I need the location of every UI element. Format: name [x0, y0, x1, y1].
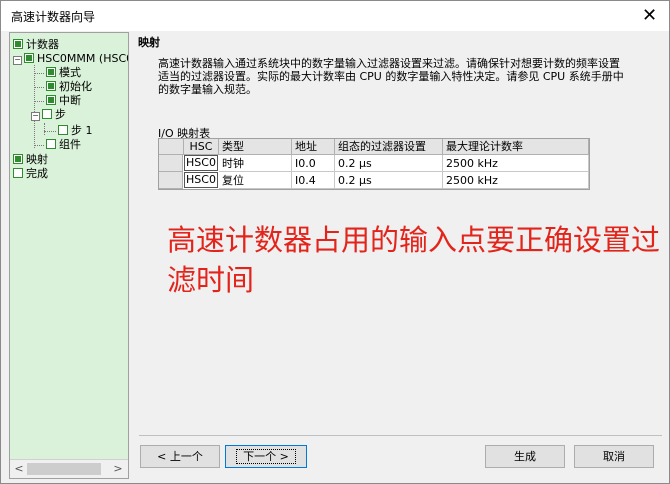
row-header[interactable]: [159, 155, 183, 172]
separator: [139, 435, 662, 436]
column-header-hsc: HSC: [184, 139, 219, 155]
filter-cell: 0.2 µs: [335, 172, 443, 189]
hsc-cell[interactable]: HSC0: [184, 172, 218, 188]
annotation-text: 高速计数器占用的输入点要正确设置过滤时间: [167, 223, 661, 297]
io-mapping-table: HSC 类型 地址 组态的过滤器设置 最大理论计数率 HSC0 时钟 I0.0 …: [158, 138, 590, 190]
tree-item-step-1[interactable]: 步 1: [58, 124, 93, 137]
tree-item-step[interactable]: − 步: [31, 108, 66, 121]
type-cell: 复位: [219, 172, 292, 189]
address-cell: I0.4: [292, 172, 335, 189]
section-title: 映射: [138, 36, 160, 49]
tree-connector: [44, 123, 45, 135]
description-text: 高速计数器输入通过系统块中的数字量输入过滤器设置来过滤。请确保针对想要计数的频率…: [158, 57, 624, 96]
tree-item-component[interactable]: 组件: [46, 138, 81, 151]
tree-connector: [34, 87, 44, 88]
max-rate-cell: 2500 kHz: [443, 155, 589, 172]
tree-item-mapping[interactable]: 映射: [13, 153, 48, 166]
table-corner: [159, 139, 184, 155]
filter-cell: 0.2 µs: [335, 155, 443, 172]
tree-connector: [34, 145, 44, 146]
checked-icon: [46, 95, 56, 105]
unchecked-icon: [13, 168, 23, 178]
checked-icon: [46, 81, 56, 91]
unchecked-icon: [42, 109, 52, 119]
unchecked-icon: [58, 125, 68, 135]
tree-connector: [44, 131, 56, 132]
checked-icon: [24, 53, 34, 63]
row-header[interactable]: [159, 172, 183, 189]
title-bar: 高速计数器向导 ✕: [1, 1, 669, 31]
tree-horizontal-scrollbar[interactable]: < >: [10, 459, 128, 478]
tree-item-interrupt[interactable]: 中断: [46, 94, 81, 107]
wizard-tree-panel: 计数器 −HSC0MMM (HSC0 模式 初始化 中断 −步 步 1 组件: [9, 32, 129, 479]
column-header-type: 类型: [219, 139, 292, 155]
type-cell: 时钟: [219, 155, 292, 172]
cancel-button[interactable]: 取消: [574, 445, 654, 468]
tree-item-hsc0[interactable]: − HSC0MMM (HSC0: [13, 52, 128, 65]
prev-button[interactable]: < 上一个: [140, 445, 220, 468]
tree-connector: [34, 65, 35, 148]
max-rate-cell: 2500 kHz: [443, 172, 589, 189]
close-button[interactable]: ✕: [631, 2, 668, 30]
checked-icon: [13, 39, 23, 49]
tree-item-counter[interactable]: 计数器: [13, 38, 59, 51]
scrollbar-thumb[interactable]: [27, 463, 101, 475]
address-cell: I0.0: [292, 155, 335, 172]
hsc-cell[interactable]: HSC0: [184, 155, 218, 171]
tree-item-finish[interactable]: 完成: [13, 167, 48, 180]
wizard-tree: 计数器 −HSC0MMM (HSC0 模式 初始化 中断 −步 步 1 组件: [10, 33, 128, 459]
tree-connector: [34, 73, 44, 74]
unchecked-icon: [46, 139, 56, 149]
column-header-filter: 组态的过滤器设置: [335, 139, 443, 155]
scroll-right-icon[interactable]: >: [111, 462, 125, 476]
checked-icon: [46, 67, 56, 77]
column-header-address: 地址: [292, 139, 335, 155]
tree-connector: [34, 101, 44, 102]
generate-button[interactable]: 生成: [485, 445, 565, 468]
column-header-max-rate: 最大理论计数率: [443, 139, 589, 155]
window-title: 高速计数器向导: [11, 10, 96, 24]
scroll-left-icon[interactable]: <: [12, 462, 26, 476]
wizard-window: 高速计数器向导 ✕ 计数器 − HSC0MMM (HSC0 模式 初始化 中断 …: [0, 0, 670, 484]
collapse-icon[interactable]: −: [31, 112, 40, 121]
next-button-label: 下一个 >: [236, 449, 296, 464]
next-button[interactable]: 下一个 >: [225, 445, 307, 468]
collapse-icon[interactable]: −: [13, 56, 22, 65]
checked-icon: [13, 154, 23, 164]
tree-item-init[interactable]: 初始化: [46, 80, 92, 93]
tree-item-mode[interactable]: 模式: [46, 66, 81, 79]
